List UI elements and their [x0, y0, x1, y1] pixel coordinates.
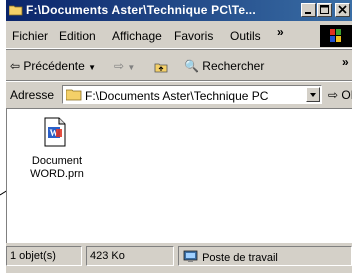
- windows-logo: [320, 25, 352, 47]
- go-arrow-icon: ⇨: [328, 88, 339, 102]
- status-zone: Poste de travail: [178, 246, 352, 266]
- close-button[interactable]: [335, 3, 350, 17]
- title-bar[interactable]: F:\Documents Aster\Technique PC\Te...: [6, 0, 352, 21]
- folder-icon: [66, 89, 82, 101]
- menu-more-chevron[interactable]: »: [277, 25, 284, 39]
- minimize-button[interactable]: [301, 3, 316, 17]
- back-button[interactable]: ⇦ Précédente ▼: [10, 59, 96, 73]
- file-name-line1: Document: [31, 155, 83, 167]
- toolbar-more-chevron[interactable]: »: [342, 55, 349, 69]
- windows-logo-icon: [330, 29, 341, 42]
- minimize-icon: [305, 12, 311, 14]
- status-object-count: 1 objet(s): [6, 246, 82, 266]
- go-button[interactable]: ⇨ OK: [328, 88, 352, 102]
- folder-icon: [9, 5, 23, 16]
- maximize-button[interactable]: [317, 3, 332, 17]
- go-label: OK: [341, 88, 352, 102]
- menu-bar: Fichier Edition Affichage Favoris Outils…: [6, 24, 352, 49]
- menu-fichier[interactable]: Fichier: [12, 29, 48, 43]
- address-dropdown-button[interactable]: [306, 87, 320, 102]
- forward-button[interactable]: ⇨ ▼: [114, 59, 135, 73]
- explorer-window: F:\Documents Aster\Technique PC\Te... Fi…: [6, 0, 352, 273]
- forward-arrow-icon: ⇨: [114, 59, 125, 73]
- chevron-down-icon: [310, 93, 316, 97]
- address-bar: Adresse F:\Documents Aster\Technique PC …: [6, 81, 352, 107]
- menu-outils[interactable]: Outils: [230, 29, 261, 43]
- file-name: Document WORD.prn: [27, 155, 87, 181]
- up-folder-button[interactable]: [154, 59, 168, 73]
- search-icon: 🔍: [184, 59, 199, 73]
- file-list-area[interactable]: W Document WORD.prn: [6, 108, 352, 243]
- file-name-line2: WORD.prn: [30, 168, 84, 180]
- maximize-icon: [320, 5, 329, 14]
- status-bar: 1 objet(s) 423 Ko Poste de travail: [6, 244, 352, 273]
- word-document-icon: W: [44, 117, 66, 147]
- status-size: 423 Ko: [86, 246, 174, 266]
- chevron-down-icon: ▼: [127, 63, 136, 72]
- window-title: F:\Documents Aster\Technique PC\Te...: [26, 3, 256, 17]
- back-label: Précédente: [23, 59, 85, 73]
- address-path: F:\Documents Aster\Technique PC: [85, 89, 269, 103]
- address-label: Adresse: [10, 88, 55, 102]
- close-icon: [338, 5, 347, 14]
- menu-edition[interactable]: Edition: [59, 29, 96, 43]
- computer-icon: [183, 250, 198, 262]
- up-folder-icon: [154, 63, 168, 73]
- toolbar: ⇦ Précédente ▼ ⇨ ▼ 🔍 Rechercher »: [6, 52, 352, 81]
- menu-favoris[interactable]: Favoris: [174, 29, 213, 43]
- address-field[interactable]: F:\Documents Aster\Technique PC: [62, 85, 322, 104]
- search-label: Rechercher: [202, 59, 265, 73]
- menu-affichage[interactable]: Affichage: [112, 29, 162, 43]
- status-zone-label: Poste de travail: [202, 252, 278, 264]
- search-button[interactable]: 🔍 Rechercher: [184, 59, 264, 73]
- chevron-down-icon: ▼: [88, 63, 97, 72]
- back-arrow-icon: ⇦: [10, 59, 21, 73]
